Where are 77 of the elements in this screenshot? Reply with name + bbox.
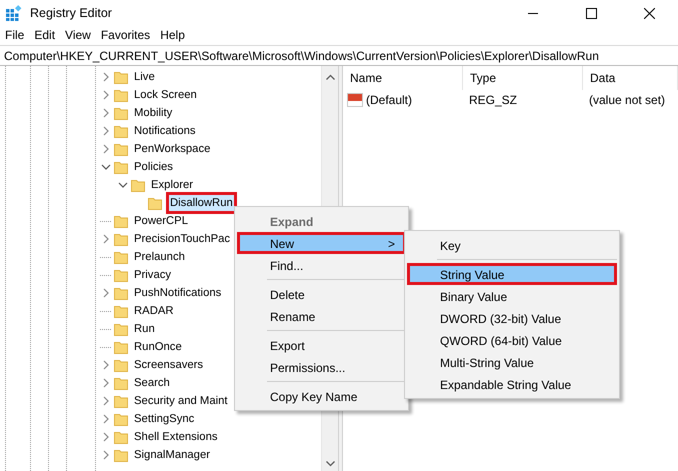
folder-icon [114,340,128,354]
folder-icon [114,430,128,444]
folder-icon [114,232,128,246]
folder-icon [114,412,128,426]
tree-item[interactable]: RADAR [132,303,176,319]
folder-icon [114,304,128,318]
tree-item[interactable]: PushNotifications [132,285,224,301]
folder-icon [114,106,128,120]
menu-item[interactable]: Expandable String Value [407,373,617,395]
column-header[interactable]: Data [583,66,678,90]
tree-item[interactable]: Policies [132,159,175,175]
close-icon[interactable] [644,8,654,18]
tree-item[interactable]: Shell Extensions [132,429,220,445]
folder-icon [114,448,128,462]
tree-item[interactable]: PowerCPL [132,213,190,229]
folder-icon [114,160,128,174]
folder-icon [114,70,128,84]
menu-item[interactable]: Edit [29,26,60,45]
scroll-up-icon[interactable] [326,74,334,80]
value-data: (value not set) [588,92,666,109]
menu-item[interactable]: New > [237,232,406,254]
tree-item[interactable]: Mobility [132,105,174,121]
menu-item[interactable]: String Value [407,263,617,285]
scroll-down-icon[interactable] [326,461,334,467]
tree-item[interactable]: Security and Maint [132,393,230,409]
menu-item[interactable]: Multi-String Value [407,351,617,373]
column-header[interactable]: Name [343,66,463,90]
folder-icon [114,88,128,102]
tree-item[interactable]: Search [132,375,172,391]
tree-item[interactable]: Live [132,69,157,85]
tree-item[interactable]: Lock Screen [132,87,199,103]
folder-icon [114,214,128,228]
menu-item[interactable]: Help [155,26,190,45]
tree-item[interactable]: Explorer [149,177,196,193]
menu-item[interactable]: Binary Value [407,285,617,307]
menu-item[interactable]: Export [237,334,406,356]
tree-item[interactable]: RunOnce [132,339,184,355]
app-icon [6,5,22,21]
tree-item[interactable]: DisallowRun [166,192,237,214]
tree-item[interactable]: PrecisionTouchPac [132,231,232,247]
tree-item[interactable]: SignalManager [132,447,212,463]
folder-icon [114,250,128,264]
folder-icon [114,322,128,336]
menu-item[interactable]: Delete [237,283,406,305]
tree-item[interactable]: SettingSync [132,411,196,427]
menu-item[interactable]: Find... [237,254,406,276]
maximize-icon[interactable] [586,8,596,18]
column-header[interactable]: Type [463,66,583,90]
tree-item[interactable]: PenWorkspace [132,141,212,157]
menu-item[interactable]: Copy Key Name [237,385,406,407]
folder-icon [114,268,128,282]
address-bar[interactable]: Computer\HKEY_CURRENT_USER\Software\Microsoft\Windows\CurrentVersion\Policies\Explorer\DisallowRun [0,45,678,66]
tree-item[interactable]: Prelaunch [132,249,187,265]
folder-icon [114,286,128,300]
tree-item[interactable]: Run [132,321,157,337]
menu-item[interactable]: View [60,26,96,45]
value-name: (Default) [366,92,412,109]
tree-item[interactable]: Privacy [132,267,174,283]
menu-item[interactable]: File [0,26,30,45]
tree-item[interactable]: Notifications [132,123,198,139]
value-type: REG_SZ [468,92,518,109]
menu-item[interactable]: Favorites [96,26,156,45]
menu-item[interactable]: Permissions... [237,356,406,378]
window-title: Registry Editor [30,4,112,22]
menu-item[interactable]: DWORD (32-bit) Value [407,307,617,329]
folder-icon [114,394,128,408]
folder-icon [114,142,128,156]
folder-icon [114,376,128,390]
menu-item[interactable]: QWORD (64-bit) Value [407,329,617,351]
folder-icon [114,124,128,138]
folder-icon [148,196,162,210]
tree-item[interactable]: Screensavers [132,357,206,373]
string-value-icon [347,93,363,107]
menu-item[interactable]: Rename [237,305,406,327]
folder-icon [114,358,128,372]
menu-item[interactable]: Key [407,234,617,256]
folder-icon [131,178,145,192]
